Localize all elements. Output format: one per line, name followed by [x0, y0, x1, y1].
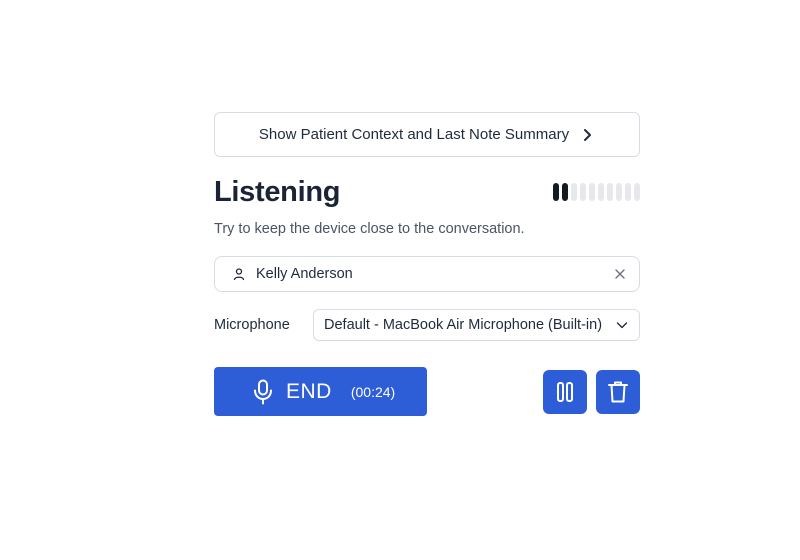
microphone-icon — [252, 379, 274, 405]
pause-icon — [555, 381, 575, 403]
patient-name: Kelly Anderson — [256, 266, 353, 282]
trash-icon — [607, 380, 629, 404]
hint-text: Try to keep the device close to the conv… — [214, 221, 525, 237]
microphone-selected-value: Default - MacBook Air Microphone (Built-… — [324, 317, 603, 333]
level-bar — [571, 183, 577, 201]
level-bar — [580, 183, 586, 201]
microphone-select[interactable]: Default - MacBook Air Microphone (Built-… — [313, 309, 640, 341]
audio-level-meter — [553, 182, 640, 202]
microphone-label: Microphone — [214, 317, 290, 333]
close-icon[interactable] — [613, 267, 627, 281]
level-bar — [562, 183, 568, 201]
icon-button-group — [543, 369, 640, 414]
status-title: Listening — [214, 175, 341, 208]
status-row: Listening — [214, 175, 640, 209]
chevron-right-icon — [579, 127, 595, 143]
context-button-label: Show Patient Context and Last Note Summa… — [258, 126, 570, 143]
end-recording-button[interactable]: END (00:24) — [214, 367, 427, 416]
level-bar — [616, 183, 622, 201]
user-icon — [232, 267, 246, 281]
level-bar — [598, 183, 604, 201]
level-bar — [625, 183, 631, 201]
level-bar — [553, 183, 559, 201]
recording-timer: (00:24) — [350, 383, 396, 400]
end-label: END — [286, 379, 332, 403]
chevron-down-icon — [615, 318, 629, 332]
recording-panel: Show Patient Context and Last Note Summa… — [214, 112, 640, 416]
show-patient-context-button[interactable]: Show Patient Context and Last Note Summa… — [214, 112, 640, 157]
delete-button[interactable] — [596, 369, 640, 414]
pause-button[interactable] — [543, 369, 587, 414]
action-row: END (00:24) — [214, 367, 640, 416]
patient-field[interactable]: Kelly Anderson — [214, 256, 640, 292]
level-bar — [634, 183, 640, 201]
level-bar — [589, 183, 595, 201]
microphone-row: Microphone Default - MacBook Air Microph… — [214, 309, 640, 341]
level-bar — [607, 183, 613, 201]
